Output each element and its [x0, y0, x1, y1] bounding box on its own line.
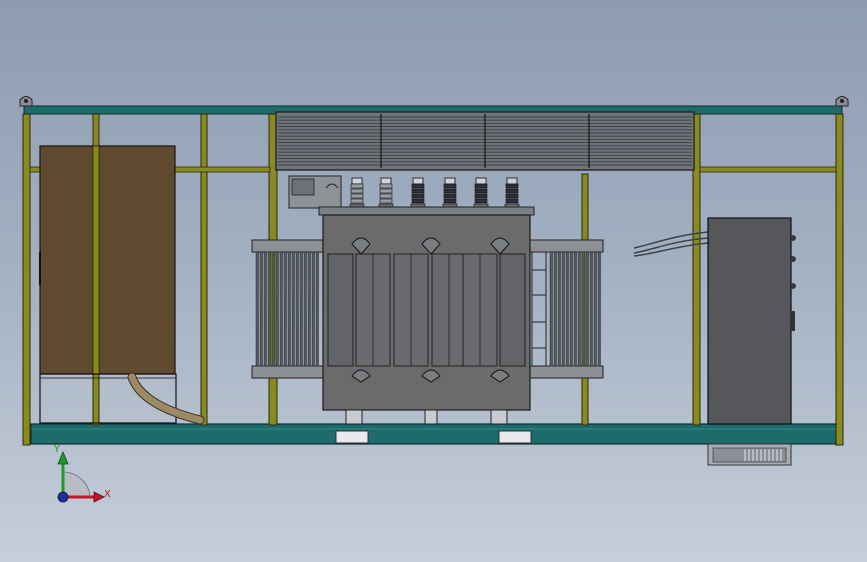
radiator-left — [251, 239, 326, 379]
lifting-lug-right — [835, 96, 849, 107]
radiator-fin — [577, 251, 581, 367]
rail-right-mid — [699, 166, 837, 173]
radiator-fin — [259, 251, 263, 367]
cabinet-indicator-2 — [790, 256, 796, 262]
radiator-fin — [557, 251, 561, 367]
flexible-hose — [127, 372, 205, 425]
radiator-fin — [549, 251, 553, 367]
radiator-fin — [569, 251, 573, 367]
post-left-2 — [200, 113, 208, 426]
cabinet-handle — [790, 311, 795, 331]
radiator-fin — [315, 251, 319, 367]
radiator-fin — [271, 251, 275, 367]
cable-trough — [707, 443, 792, 466]
bushing — [442, 177, 458, 209]
post-outer-left — [22, 113, 31, 446]
radiator-fin — [275, 251, 279, 367]
radiator-fin — [267, 251, 271, 367]
tank-panels — [355, 253, 498, 367]
bushings — [349, 177, 520, 209]
radiator-fin — [585, 251, 589, 367]
triad-x-label: X — [104, 489, 111, 500]
radiator-fin — [263, 251, 267, 367]
forklift-pocket-left — [335, 430, 369, 444]
radiator-fin — [303, 251, 307, 367]
bushing — [378, 177, 394, 209]
control-cabinet — [707, 217, 796, 425]
top-beam — [19, 96, 849, 115]
bushing — [504, 177, 520, 209]
radiator-ladder — [531, 252, 547, 366]
radiator-fins-right — [549, 251, 601, 367]
radiator-fin — [307, 251, 311, 367]
axis-triad: Y X — [53, 444, 111, 503]
forklift-pocket-right — [498, 430, 532, 444]
radiator-fin — [573, 251, 577, 367]
radiator-fin — [565, 251, 569, 367]
tank-foot-right — [490, 409, 508, 425]
radiator-fin — [295, 251, 299, 367]
radiator-right — [529, 239, 604, 379]
radiator-fin — [597, 251, 601, 367]
radiator-fin — [255, 251, 259, 367]
radiator-fin — [311, 251, 315, 367]
radiator-fin — [287, 251, 291, 367]
triad-y-label: Y — [53, 444, 61, 455]
auxiliary-cabinet — [39, 145, 177, 424]
tank-foot-left — [345, 409, 363, 425]
lifting-lug-left — [19, 96, 33, 107]
radiator-fin — [291, 251, 295, 367]
radiator-fin — [589, 251, 593, 367]
radiator-fin — [283, 251, 287, 367]
roof-louver — [275, 111, 695, 171]
bushing — [473, 177, 489, 209]
post-outer-right — [835, 113, 844, 446]
cabinet-indicator-1 — [790, 235, 796, 241]
cad-viewport[interactable]: Y X — [0, 0, 867, 562]
transformer — [251, 175, 604, 425]
bushing — [349, 177, 365, 209]
radiator-fins-left — [255, 251, 319, 367]
triad-rotation-arc — [62, 471, 91, 498]
bushing — [410, 177, 426, 209]
base-skid — [30, 423, 837, 466]
transformer-skid-drawing: Y X — [19, 96, 849, 503]
radiator-fin — [279, 251, 283, 367]
transformer-tank — [318, 206, 535, 425]
radiator-fin — [553, 251, 557, 367]
conservator-box — [288, 175, 342, 209]
tank-foot-mid — [424, 409, 438, 425]
cabinet-indicator-3 — [790, 283, 796, 289]
radiator-fin — [581, 251, 585, 367]
radiator-fin — [593, 251, 597, 367]
radiator-fin — [299, 251, 303, 367]
radiator-fin — [561, 251, 565, 367]
